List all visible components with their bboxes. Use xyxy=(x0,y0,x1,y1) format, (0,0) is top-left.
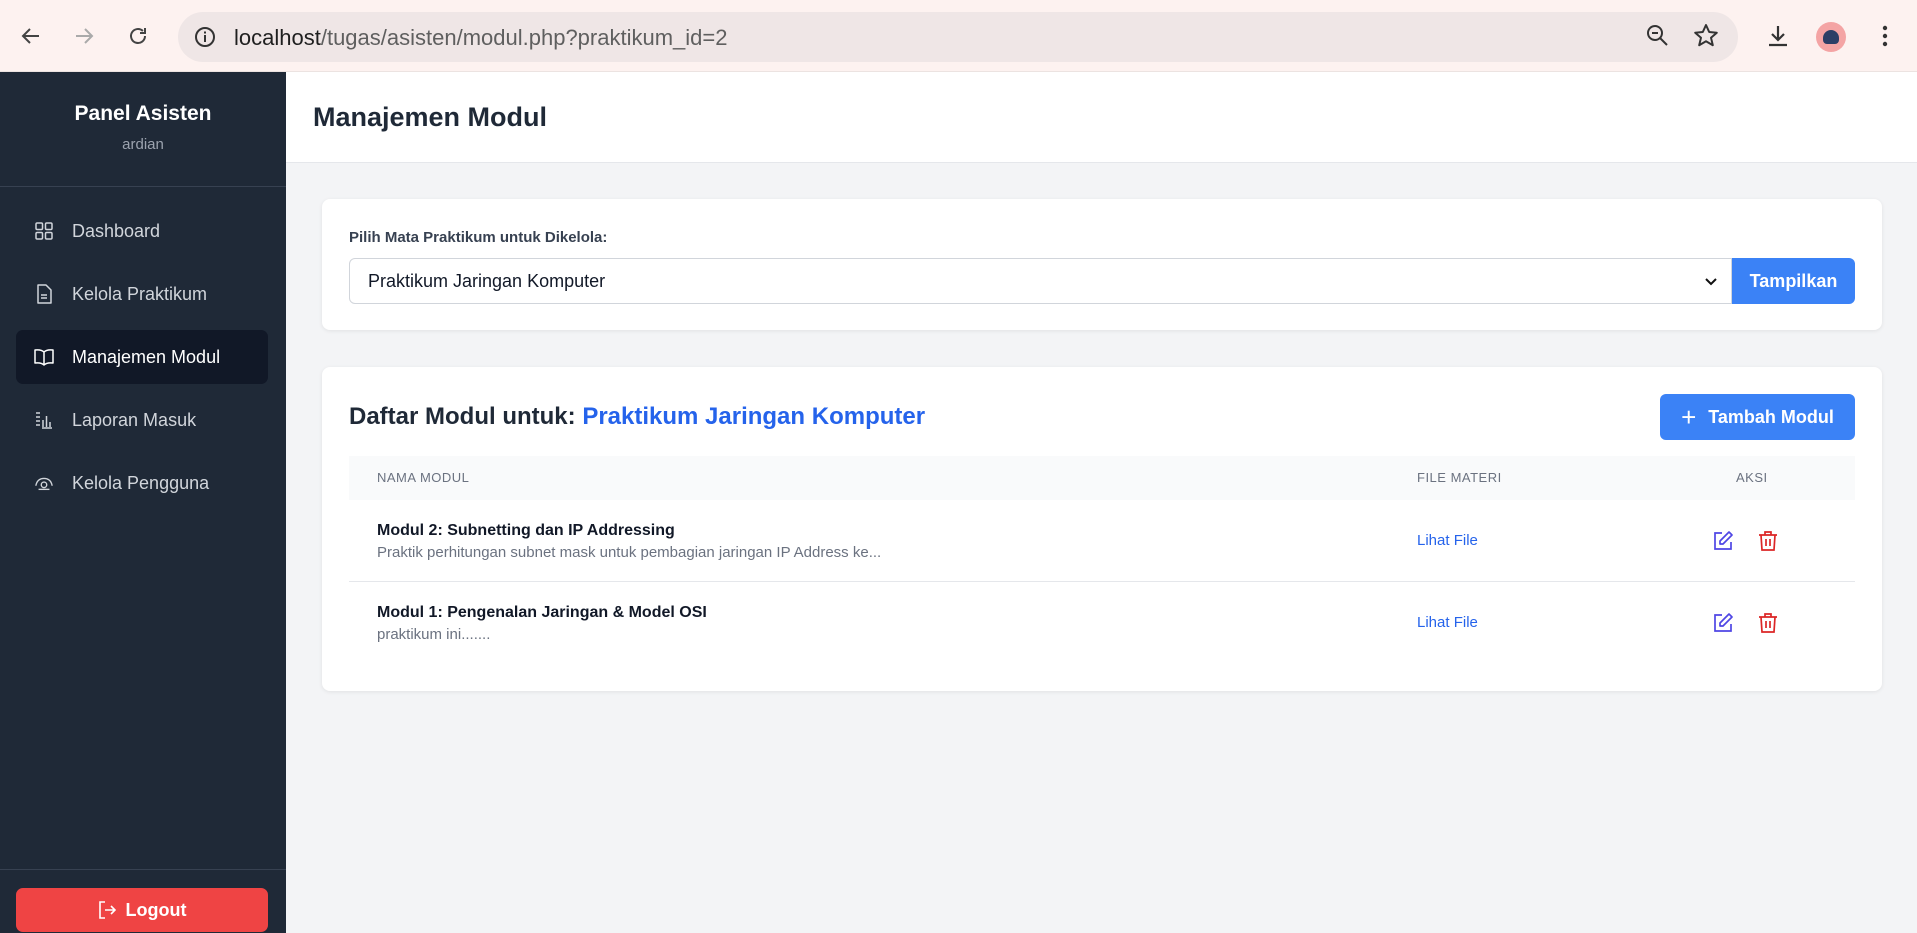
browser-toolbar: localhost/tugas/asisten/modul.php?prakti… xyxy=(0,0,1917,72)
profile-avatar[interactable] xyxy=(1816,22,1846,52)
trash-icon[interactable] xyxy=(1758,612,1778,639)
url-path: /tugas/asisten/modul.php?praktikum_id=2 xyxy=(320,25,728,50)
zoom-icon[interactable] xyxy=(1644,22,1672,55)
kebab-menu-icon xyxy=(1882,25,1888,47)
document-icon xyxy=(34,284,54,304)
users-icon xyxy=(34,473,54,493)
sidebar-username: ardian xyxy=(122,136,164,153)
praktikum-selector-card: Pilih Mata Praktikum untuk Dikelola: Pra… xyxy=(322,199,1882,330)
table-row: Modul 1: Pengenalan Jaringan & Model OSI… xyxy=(349,582,1855,664)
module-list-title-prefix: Daftar Modul untuk: xyxy=(349,403,576,430)
sidebar-item-label: Laporan Masuk xyxy=(72,409,197,430)
reload-icon xyxy=(130,28,146,44)
add-module-button[interactable]: + Tambah Modul xyxy=(1660,394,1855,440)
praktikum-select[interactable]: Praktikum Jaringan Komputer xyxy=(349,258,1732,304)
url-text: localhost/tugas/asisten/modul.php?prakti… xyxy=(234,25,727,51)
praktikum-select-value: Praktikum Jaringan Komputer xyxy=(368,270,606,291)
address-bar[interactable]: localhost/tugas/asisten/modul.php?prakti… xyxy=(178,12,1738,62)
book-open-icon xyxy=(34,347,54,367)
sidebar-item-label: Dashboard xyxy=(72,220,161,241)
sidebar-item-laporan-masuk[interactable]: Laporan Masuk xyxy=(16,393,268,447)
sidebar-brand: Panel Asisten ardian xyxy=(0,102,286,153)
back-button[interactable] xyxy=(9,14,53,58)
edit-icon[interactable] xyxy=(1712,530,1734,557)
sidebar: Panel Asisten ardian Dashboard Kelola Pr… xyxy=(0,72,286,933)
table-header: NAMA MODUL FILE MATERI AKSI xyxy=(349,456,1855,500)
module-description: praktikum ini....... xyxy=(377,626,491,643)
sidebar-item-dashboard[interactable]: Dashboard xyxy=(16,204,268,258)
sidebar-item-kelola-praktikum[interactable]: Kelola Praktikum xyxy=(16,267,268,321)
column-header-file-materi: FILE MATERI xyxy=(1417,470,1502,485)
sidebar-item-kelola-pengguna[interactable]: Kelola Pengguna xyxy=(16,456,268,510)
arrow-left-icon xyxy=(21,28,39,44)
view-file-link[interactable]: Lihat File xyxy=(1417,532,1478,549)
sidebar-bottom-divider xyxy=(0,869,286,870)
reload-button[interactable] xyxy=(116,14,160,58)
logout-button[interactable]: Logout xyxy=(16,888,268,932)
forward-button[interactable] xyxy=(62,14,106,58)
module-title: Modul 1: Pengenalan Jaringan & Model OSI xyxy=(377,604,707,621)
view-file-link[interactable]: Lihat File xyxy=(1417,614,1478,631)
edit-icon[interactable] xyxy=(1712,612,1734,639)
url-host: localhost xyxy=(234,25,321,50)
site-info-icon[interactable] xyxy=(192,24,218,50)
report-list-icon xyxy=(34,410,54,430)
arrow-right-icon xyxy=(76,28,94,44)
module-list-card: Daftar Modul untuk: Praktikum Jaringan K… xyxy=(322,367,1882,691)
sidebar-item-manajemen-modul[interactable]: Manajemen Modul xyxy=(16,330,268,384)
browser-menu-button[interactable] xyxy=(1863,14,1907,58)
module-list-praktikum-name: Praktikum Jaringan Komputer xyxy=(582,403,926,430)
grid-icon xyxy=(34,221,54,241)
sidebar-divider xyxy=(0,186,286,187)
module-list-title: Daftar Modul untuk: Praktikum Jaringan K… xyxy=(349,403,925,431)
sidebar-title: Panel Asisten xyxy=(74,102,212,125)
sidebar-item-label: Manajemen Modul xyxy=(72,346,221,367)
sidebar-item-label: Kelola Pengguna xyxy=(72,472,210,493)
download-icon xyxy=(1769,26,1787,47)
praktikum-select-label: Pilih Mata Praktikum untuk Dikelola: xyxy=(349,229,608,246)
add-module-label: Tambah Modul xyxy=(1708,406,1834,427)
tampilkan-button[interactable]: Tampilkan xyxy=(1732,258,1855,304)
logout-icon xyxy=(98,901,116,919)
column-header-aksi: AKSI xyxy=(1736,470,1768,485)
downloads-button[interactable] xyxy=(1756,14,1800,58)
module-title: Modul 2: Subnetting dan IP Addressing xyxy=(377,522,675,539)
chevron-down-icon xyxy=(1701,271,1721,296)
trash-icon[interactable] xyxy=(1758,530,1778,557)
table-row: Modul 2: Subnetting dan IP Addressing Pr… xyxy=(349,500,1855,582)
column-header-nama-modul: NAMA MODUL xyxy=(377,470,470,485)
module-description: Praktik perhitungan subnet mask untuk pe… xyxy=(377,544,882,561)
sidebar-item-label: Kelola Praktikum xyxy=(72,283,208,304)
page-header: Manajemen Modul xyxy=(286,72,1917,163)
plus-icon: + xyxy=(1681,402,1697,432)
bookmark-star-icon[interactable] xyxy=(1692,22,1720,55)
logout-label: Logout xyxy=(125,899,187,920)
page-title: Manajemen Modul xyxy=(313,102,548,132)
